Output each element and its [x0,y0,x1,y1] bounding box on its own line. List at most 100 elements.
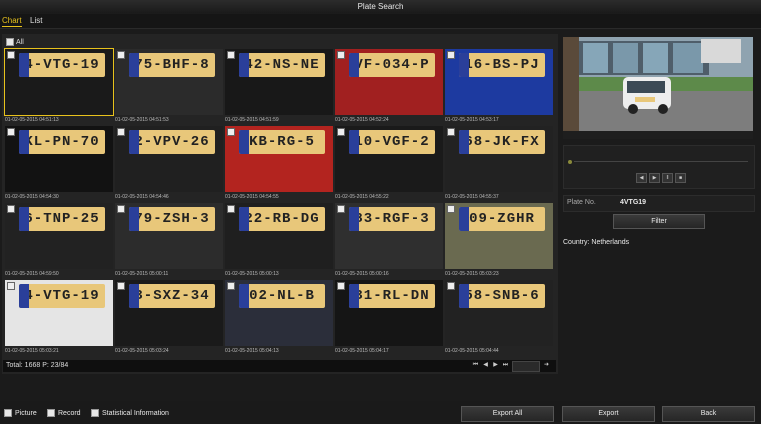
plate-thumbnail[interactable]: 75-BHF-8 [115,49,223,115]
plate-text: 16-BS-PJ [464,57,540,73]
plate-thumbnail[interactable]: 2-VPV-26 [115,126,223,192]
plate-thumbnail[interactable]: 02-NL-B [225,280,333,346]
thumbnail-timestamp: 01-02-05-2015 05:04:44 [445,348,499,354]
tab-bar: Chart List [0,14,761,29]
pause-icon[interactable]: ‖ [662,173,673,183]
plate-image: 2-VPV-26 [129,130,215,154]
thumbnail-checkbox[interactable] [7,205,15,213]
record-checkbox[interactable] [47,409,55,417]
plate-image: 58-SNB-6 [459,284,545,308]
plate-text: 58-SNB-6 [464,288,540,304]
plate-thumbnail[interactable]: 83-RGF-3 [335,203,443,269]
go-page-icon[interactable]: ➜ [543,361,550,370]
statistical-information-checkbox[interactable] [91,409,99,417]
plate-thumbnail[interactable]: 09-ZGHR [445,203,553,269]
thumbnail-checkbox[interactable] [117,205,125,213]
thumbnail-checkbox[interactable] [227,128,235,136]
progress-marker[interactable] [568,160,572,164]
plate-image: 3-SXZ-34 [129,284,215,308]
plate-image: KB-RG-5 [239,130,325,154]
tab-chart[interactable]: Chart [2,16,22,27]
plate-image: 79-ZSH-3 [129,207,215,231]
plate-thumbnail[interactable]: 31-RL-DN [335,280,443,346]
select-all-checkbox[interactable] [6,38,14,46]
thumbnail-checkbox[interactable] [337,128,345,136]
thumbnail-checkbox[interactable] [337,282,345,290]
play-buttons: ◀ ▶ ‖ ■ [636,173,686,183]
last-page-icon[interactable]: ⏭ [502,361,509,370]
play-icon[interactable]: ▶ [649,173,660,183]
thumbnail-checkbox[interactable] [7,282,15,290]
first-page-icon[interactable]: ⏮ [472,361,479,370]
plate-thumbnail[interactable]: 3-SXZ-34 [115,280,223,346]
thumbnail-timestamp: 01-02-05-2015 04:54:46 [115,194,169,200]
plate-thumbnail[interactable]: 42-NS-NE [225,49,333,115]
thumbnail-checkbox[interactable] [7,51,15,59]
plate-thumbnail[interactable]: 22-RB-DG [225,203,333,269]
stop-icon[interactable]: ■ [675,173,686,183]
plate-text: 6-TNP-25 [24,211,100,227]
progress-track[interactable] [574,161,748,162]
thumbnail-checkbox[interactable] [117,51,125,59]
thumbnail-checkbox[interactable] [447,205,455,213]
eu-band-icon [129,284,139,308]
plate-image: 75-BHF-8 [129,53,215,77]
plate-thumbnail[interactable]: 10-VGF-2 [335,126,443,192]
plate-thumbnail[interactable]: VF-034-P [335,49,443,115]
eu-band-icon [239,53,249,77]
plate-thumbnail[interactable]: KL-PN-70 [5,126,113,192]
picture-checkbox[interactable] [4,409,12,417]
next-page-icon[interactable]: ▶ [492,361,499,370]
plate-thumbnail[interactable]: 68-JK-FX [445,126,553,192]
rewind-icon[interactable]: ◀ [636,173,647,183]
plate-image: 22-RB-DG [239,207,325,231]
thumbnail-checkbox[interactable] [447,282,455,290]
export-all-button[interactable]: Export All [461,406,554,422]
back-button[interactable]: Back [662,406,755,422]
thumbnail-checkbox[interactable] [227,205,235,213]
tab-list[interactable]: List [30,16,42,26]
preview-scene [563,37,753,139]
plate-image: 10-VGF-2 [349,130,435,154]
thumbnail-timestamp: 01-02-05-2015 04:51:13 [5,117,59,123]
plate-thumbnail[interactable]: 6-TNP-25 [5,203,113,269]
option-picture[interactable]: Picture [4,409,37,417]
thumbnail-checkbox[interactable] [337,51,345,59]
eu-band-icon [349,207,359,231]
plate-thumbnail[interactable]: 4-VTG-19 [4,48,114,116]
thumbnail-timestamp: 01-02-05-2015 04:51:53 [115,117,169,123]
plate-thumbnail[interactable]: 79-ZSH-3 [115,203,223,269]
plate-image: 83-RGF-3 [349,207,435,231]
plate-thumbnail[interactable]: 4-VTG-19 [5,280,113,346]
eu-band-icon [459,207,469,231]
thumbnail-checkbox[interactable] [7,128,15,136]
thumbnail-checkbox[interactable] [227,51,235,59]
eu-band-icon [19,130,29,154]
option-record[interactable]: Record [47,409,81,417]
plate-thumbnail[interactable]: KB-RG-5 [225,126,333,192]
plate-image: 31-RL-DN [349,284,435,308]
thumbnail-checkbox[interactable] [337,205,345,213]
filter-button[interactable]: Filter [613,214,705,229]
plate-thumbnail[interactable]: 16-BS-PJ [445,49,553,115]
prev-page-icon[interactable]: ◀ [482,361,489,370]
thumbnail-checkbox[interactable] [117,128,125,136]
plate-text: 68-JK-FX [464,134,540,150]
thumbnail-timestamp: 01-02-05-2015 05:03:24 [115,348,169,354]
thumbnail-checkbox[interactable] [447,51,455,59]
plate-text: 22-RB-DG [244,211,320,227]
option-statistical-information[interactable]: Statistical Information [91,409,169,417]
plate-image: KL-PN-70 [19,130,105,154]
plate-number-field[interactable]: 4VTG19 [620,199,646,206]
plate-text: 3-SXZ-34 [134,288,210,304]
thumbnail-checkbox[interactable] [117,282,125,290]
plate-image: 4-VTG-19 [19,284,105,308]
plate-text: 31-RL-DN [354,288,430,304]
thumbnail-timestamp: 01-02-05-2015 04:54:55 [225,194,279,200]
plate-thumbnail[interactable]: 58-SNB-6 [445,280,553,346]
page-input[interactable] [512,361,540,372]
thumbnail-checkbox[interactable] [227,282,235,290]
select-all-row[interactable]: All [6,38,24,46]
thumbnail-checkbox[interactable] [447,128,455,136]
export-button[interactable]: Export [562,406,655,422]
